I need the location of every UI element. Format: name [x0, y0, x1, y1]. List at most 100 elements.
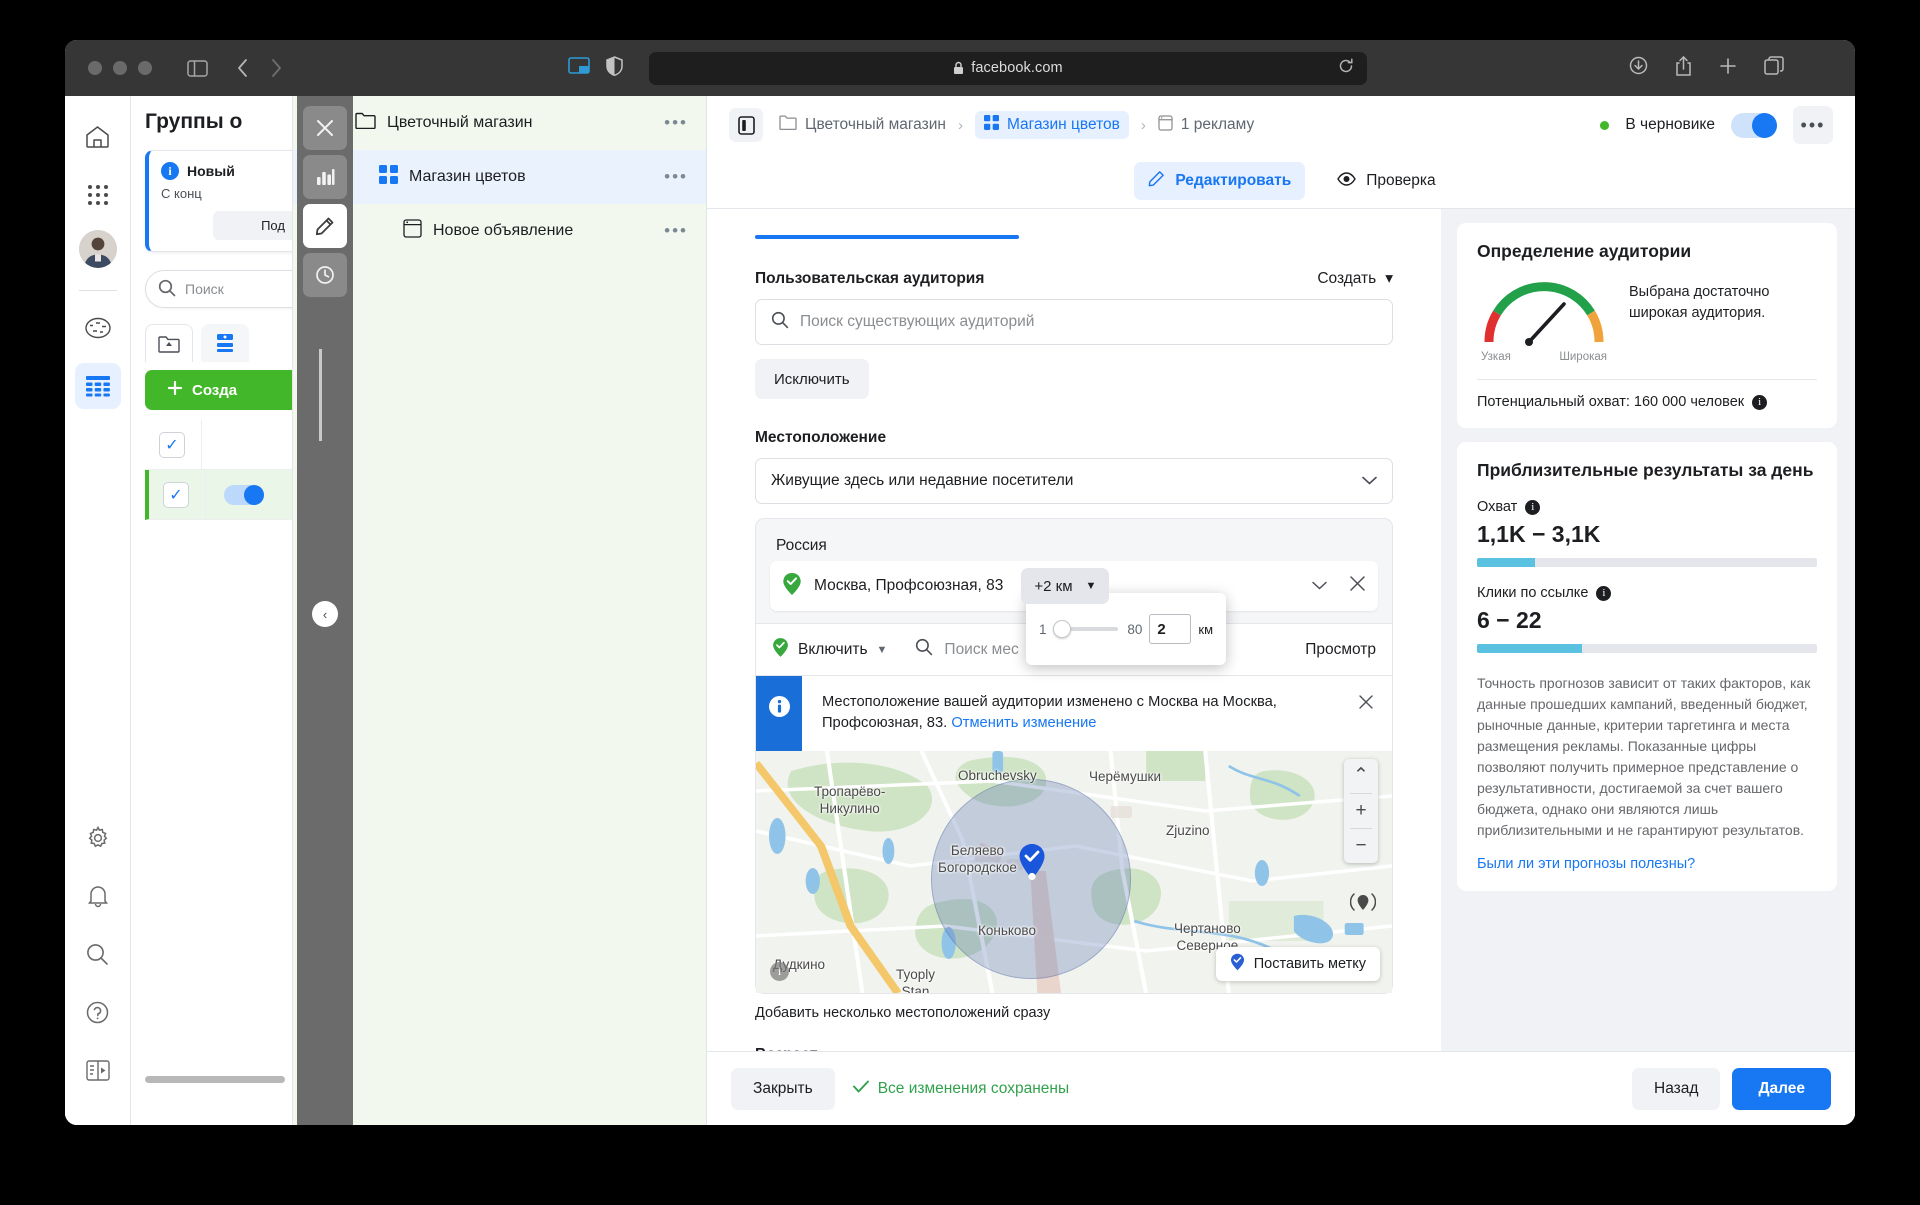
plus-icon[interactable]	[1719, 57, 1737, 80]
location-map[interactable]: Obruchevsky Черёмушки Тропарёво- Никулин…	[756, 750, 1392, 993]
panel-toggle-icon[interactable]	[729, 108, 763, 142]
saved-status: Все изменения сохранены	[852, 1080, 1069, 1098]
undo-change-link[interactable]: Отменить изменение	[951, 715, 1096, 731]
next-button[interactable]: Далее	[1732, 1067, 1831, 1110]
radius-value-input[interactable]: 2	[1149, 614, 1192, 644]
row-checkbox[interactable]: ✓	[163, 481, 189, 508]
create-audience-button[interactable]: Создать ▾	[1317, 269, 1393, 288]
share-icon[interactable]	[1675, 55, 1692, 81]
close-window-button[interactable]	[88, 61, 102, 75]
status-toggle[interactable]	[1731, 112, 1777, 138]
browser-back-button[interactable]	[228, 54, 256, 82]
tree-item-menu[interactable]: •••	[664, 114, 688, 131]
add-multiple-locations-link[interactable]: Добавить несколько местоположений сразу	[755, 1005, 1050, 1021]
exclude-button[interactable]: Исключить	[755, 359, 869, 399]
active-section-underline	[755, 235, 1019, 239]
info-icon[interactable]: i	[1525, 499, 1541, 515]
help-icon[interactable]	[75, 989, 121, 1035]
place-marker-button[interactable]: Поставить метку	[1215, 946, 1380, 981]
back-button[interactable]: Назад	[1632, 1067, 1721, 1110]
notification-action-button[interactable]: Под	[213, 211, 292, 240]
close-button[interactable]: Закрыть	[731, 1067, 835, 1110]
tab-overview-icon[interactable]	[568, 57, 590, 79]
copy-tabs-icon[interactable]	[1764, 56, 1784, 80]
minimize-window-button[interactable]	[113, 61, 127, 75]
tree-item-ad[interactable]: Новое объявление •••	[293, 204, 706, 258]
tree-item-campaign[interactable]: Цветочный магазин •••	[293, 96, 706, 150]
more-options-button[interactable]: •••	[1793, 106, 1833, 144]
estimates-panel: Определение аудитории Узкая Широкая Выбр…	[1441, 209, 1855, 1051]
include-exclude-select[interactable]: Включить ▼	[772, 637, 887, 663]
location-search-input[interactable]: Поиск мес	[915, 638, 1019, 661]
shield-icon[interactable]	[606, 55, 623, 81]
map-zoom-in-button[interactable]: +	[1344, 794, 1378, 828]
preview-button[interactable]: Просмотр	[1305, 641, 1376, 659]
bell-icon[interactable]	[75, 873, 121, 919]
search-icon	[915, 638, 933, 661]
horizontal-scrollbar[interactable]	[145, 1076, 285, 1083]
chart-bar-icon[interactable]	[303, 155, 347, 199]
tab-edit[interactable]: Редактировать	[1134, 162, 1306, 200]
map-location-pin[interactable]	[1018, 843, 1046, 881]
clock-icon[interactable]	[303, 253, 347, 297]
browser-forward-button[interactable]	[262, 54, 290, 82]
collapse-toolbar-button[interactable]: ‹	[312, 601, 338, 627]
expand-location-icon[interactable]	[1312, 577, 1327, 595]
locate-icon[interactable]	[1349, 889, 1377, 920]
map-info-icon[interactable]: i	[770, 961, 789, 981]
tab-review[interactable]: Проверка	[1323, 164, 1449, 199]
info-icon[interactable]: i	[1752, 394, 1768, 410]
table-icon[interactable]	[74, 363, 121, 409]
breadcrumb-item-ad[interactable]: 1 рекламу	[1158, 114, 1254, 136]
radius-slider-knob[interactable]	[1052, 620, 1071, 638]
audience-search-input[interactable]: Поиск существующих аудиторий	[755, 299, 1393, 345]
tree-item-menu[interactable]: •••	[664, 168, 688, 185]
chevron-down-icon: ▾	[1385, 270, 1393, 287]
browser-address-bar[interactable]: facebook.com	[649, 51, 1367, 85]
search-icon	[158, 279, 176, 300]
maximize-window-button[interactable]	[138, 61, 152, 75]
location-country: Россия	[776, 537, 827, 554]
list-search-input[interactable]: Поиск	[145, 270, 292, 308]
grid-apps-icon[interactable]	[75, 172, 121, 218]
gear-icon[interactable]	[75, 815, 121, 861]
tree-item-adset[interactable]: Магазин цветов •••	[293, 150, 706, 204]
sidebar-toggle-icon[interactable]	[182, 53, 212, 83]
avatar[interactable]	[78, 230, 117, 268]
gauge-row: Узкая Широкая Выбрана достаточно широкая…	[1477, 276, 1817, 363]
breadcrumb-item-campaign[interactable]: Цветочный магазин	[779, 115, 946, 135]
row-toggle[interactable]	[224, 484, 264, 505]
download-icon[interactable]	[1629, 56, 1648, 80]
radius-selector-chip[interactable]: +2 км ▼	[1021, 568, 1110, 604]
search-icon[interactable]	[75, 931, 121, 977]
radius-slider[interactable]	[1052, 620, 1119, 638]
info-icon[interactable]: i	[1596, 585, 1612, 601]
map-zoom-out-button[interactable]: −	[1344, 829, 1378, 863]
list-tab-adsets[interactable]	[201, 324, 249, 362]
location-type-select[interactable]: Живущие здесь или недавние посетители	[755, 458, 1393, 504]
analytics-icon[interactable]	[75, 305, 121, 351]
table-row[interactable]: ✓	[145, 420, 292, 470]
table-row[interactable]: ✓	[145, 470, 292, 520]
pencil-icon[interactable]	[303, 204, 347, 248]
tree-item-menu[interactable]: •••	[664, 222, 688, 239]
reload-icon[interactable]	[1338, 57, 1354, 79]
list-tab-campaigns[interactable]	[145, 324, 193, 362]
create-button[interactable]: Созда	[145, 370, 292, 410]
row-checkbox[interactable]: ✓	[159, 431, 185, 458]
window-traffic-lights[interactable]	[88, 61, 152, 75]
map-collapse-button[interactable]: ⌃	[1344, 759, 1378, 793]
home-icon[interactable]	[75, 114, 121, 160]
map-label: Obruchevsky	[958, 767, 1037, 783]
banner-close-icon[interactable]	[1358, 676, 1392, 751]
check-icon	[852, 1080, 869, 1098]
breadcrumb-item-adset[interactable]: Магазин цветов	[974, 111, 1129, 139]
panel-icon[interactable]	[75, 1047, 121, 1093]
close-icon[interactable]	[303, 106, 347, 150]
clicks-metric-label-row: Клики по ссылке i	[1477, 585, 1817, 601]
feedback-link[interactable]: Были ли эти прогнозы полезны?	[1477, 856, 1695, 872]
remove-location-icon[interactable]	[1349, 575, 1366, 598]
breadcrumb: Цветочный магазин › Магазин цветов › 1 р…	[729, 96, 1855, 154]
metric-bar-fill	[1477, 644, 1583, 653]
list-search-placeholder: Поиск	[185, 281, 224, 297]
